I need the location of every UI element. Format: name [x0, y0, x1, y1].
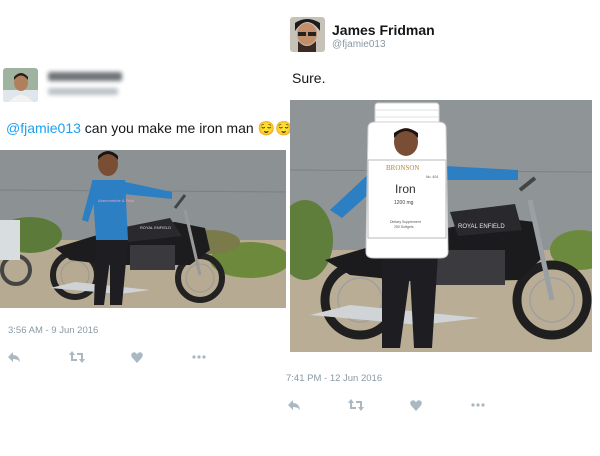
tweet-timestamp[interactable]: 3:56 AM - 9 Jun 2016 — [8, 325, 98, 336]
bottle-brand: BRONSON — [386, 164, 419, 172]
original-tweet: @fjamie013 can you make me iron man 😌😌 R… — [0, 0, 292, 456]
bottle-title: Iron — [395, 182, 416, 196]
relieved-emoji: 😌 — [257, 120, 275, 136]
tweet-actions — [6, 350, 207, 364]
reply-icon[interactable] — [6, 350, 22, 364]
display-name[interactable]: James Fridman — [332, 22, 435, 38]
user-avatar[interactable] — [3, 68, 38, 102]
bottle-dose: 1200 mg — [394, 200, 414, 206]
more-icon[interactable] — [470, 398, 486, 412]
bottle-desc-2: 250 Softgels — [394, 225, 414, 229]
more-icon[interactable] — [191, 350, 207, 364]
tweet-text: Sure. — [292, 70, 326, 86]
tweet-body: can you make me iron man — [80, 120, 258, 136]
reply-icon[interactable] — [286, 398, 302, 412]
bottle-desc-1: Dietary Supplement — [390, 220, 421, 224]
bottle-number: No. 404 — [426, 175, 438, 179]
tweet-actions — [286, 398, 486, 412]
tweet-timestamp[interactable]: 7:41 PM - 12 Jun 2016 — [286, 373, 382, 384]
like-icon[interactable] — [129, 350, 145, 364]
redacted-handle — [48, 88, 118, 95]
shirt-text: Abercrombie & Fitch — [98, 198, 134, 203]
redacted-name — [48, 72, 122, 81]
bike-label: ROYAL ENFIELD — [458, 224, 505, 230]
tweet-photo[interactable]: ROYAL ENFIELD BRONSON No. 404 Iron 1200 … — [290, 100, 592, 352]
tweet-text: @fjamie013 can you make me iron man 😌😌 — [6, 120, 292, 137]
tweet-photo[interactable]: ROYAL ENFIELD Abercrombie & Fitch — [0, 150, 286, 308]
user-handle[interactable]: @fjamie013 — [332, 39, 386, 50]
retweet-icon[interactable] — [69, 350, 85, 364]
retweet-icon[interactable] — [348, 398, 364, 412]
reply-tweet: James Fridman @fjamie013 Sure. ROYAL ENF… — [286, 0, 600, 456]
like-icon[interactable] — [408, 398, 424, 412]
mention-link[interactable]: @fjamie013 — [6, 120, 81, 136]
bike-label: ROYAL ENFIELD — [140, 225, 171, 230]
user-avatar[interactable] — [290, 17, 325, 52]
